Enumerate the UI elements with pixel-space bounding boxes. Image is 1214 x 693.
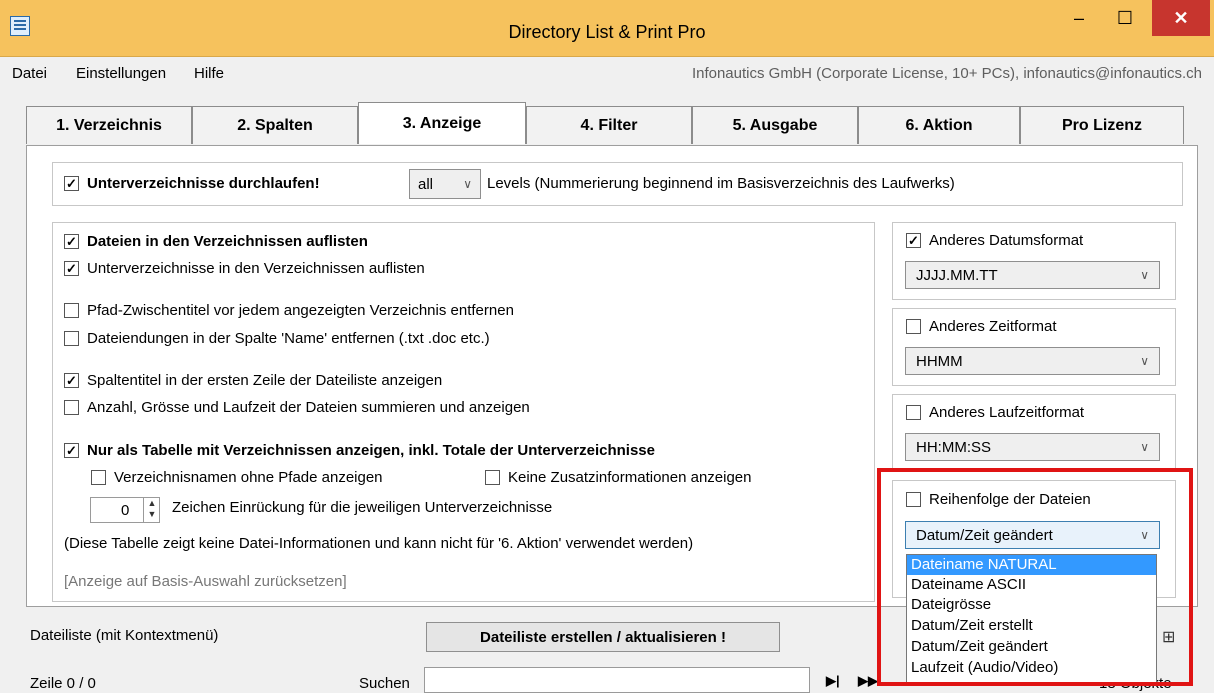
table-only-checkbox[interactable]: ✓ — [64, 443, 79, 458]
indent-label: Zeichen Einrückung für die jeweiligen Un… — [172, 499, 553, 516]
no-paths-checkbox[interactable] — [91, 470, 106, 485]
indent-stepper[interactable]: 0 ▲ ▼ — [90, 497, 160, 523]
time-format-label: Anderes Zeitformat — [929, 318, 1057, 335]
menu-einstellungen[interactable]: Einstellungen — [76, 65, 166, 82]
highlight-box — [877, 468, 1193, 686]
subdirs-checkbox[interactable]: ✓ — [64, 176, 79, 191]
table-only-label: Nur als Tabelle mit Verzeichnissen anzei… — [87, 442, 655, 459]
tab-pro-lizenz[interactable]: Pro Lizenz — [1020, 106, 1184, 144]
date-format-select[interactable]: JJJJ.MM.TT ∨ — [905, 261, 1160, 289]
duration-format-checkbox[interactable] — [906, 405, 921, 420]
summarize-label: Anzahl, Grösse und Laufzeit der Dateien … — [87, 399, 530, 416]
time-format-value: HHMM — [916, 352, 963, 370]
license-info: Infonautics GmbH (Corporate License, 10+… — [691, 65, 1202, 82]
list-subdirs-checkbox[interactable]: ✓ — [64, 261, 79, 276]
tab-bar: 1. Verzeichnis 2. Spalten 3. Anzeige 4. … — [26, 102, 1196, 146]
levels-select[interactable]: all ∨ — [409, 169, 481, 199]
date-format-label: Anderes Datumsformat — [929, 232, 1084, 249]
no-extra-checkbox[interactable] — [485, 470, 500, 485]
levels-text: Levels (Nummerierung beginnend im Basisv… — [487, 175, 955, 192]
search-label: Suchen — [359, 675, 410, 692]
no-extra-label: Keine Zusatzinformationen anzeigen — [508, 469, 752, 486]
menu-datei[interactable]: Datei — [12, 65, 47, 82]
tab-spalten[interactable]: 2. Spalten — [192, 106, 358, 144]
levels-value: all — [418, 175, 434, 193]
find-next-icon[interactable]: ▶| — [826, 673, 840, 689]
tab-anzeige[interactable]: 3. Anzeige — [358, 102, 526, 144]
table-note: (Diese Tabelle zeigt keine Datei-Informa… — [64, 535, 694, 552]
find-all-icon[interactable]: ▶▶ — [858, 673, 878, 689]
close-button[interactable]: ✕ — [1152, 0, 1210, 36]
no-paths-label: Verzeichnisnamen ohne Pfade anzeigen — [114, 469, 383, 486]
duration-format-value: HH:MM:SS — [916, 438, 991, 456]
chevron-down-icon: ∨ — [1140, 268, 1149, 282]
row-counter: Zeile 0 / 0 — [30, 675, 96, 692]
file-list-label: Dateiliste (mit Kontextmenü) — [30, 627, 219, 644]
duration-format-select[interactable]: HH:MM:SS ∨ — [905, 433, 1160, 461]
chevron-down-icon: ∨ — [1140, 440, 1149, 454]
summarize-checkbox[interactable] — [64, 400, 79, 415]
column-titles-label: Spaltentitel in der ersten Zeile der Dat… — [87, 372, 443, 389]
time-format-select[interactable]: HHMM ∨ — [905, 347, 1160, 375]
subdirs-label: Unterverzeichnisse durchlaufen! — [87, 175, 320, 192]
search-input[interactable] — [424, 667, 810, 693]
reset-link[interactable]: [Anzeige auf Basis-Auswahl zurücksetzen] — [64, 573, 347, 590]
list-files-checkbox[interactable]: ✓ — [64, 234, 79, 249]
minimize-button[interactable]: – — [1056, 0, 1102, 36]
time-format-checkbox[interactable] — [906, 319, 921, 334]
menu-hilfe[interactable]: Hilfe — [194, 65, 224, 82]
remove-extensions-checkbox[interactable] — [64, 331, 79, 346]
remove-extensions-label: Dateiendungen in der Spalte 'Name' entfe… — [87, 330, 490, 347]
list-files-label: Dateien in den Verzeichnissen auflisten — [87, 233, 368, 250]
create-list-button[interactable]: Dateiliste erstellen / aktualisieren ! — [426, 622, 780, 652]
column-titles-checkbox[interactable]: ✓ — [64, 373, 79, 388]
remove-path-titles-label: Pfad-Zwischentitel vor jedem angezeigten… — [87, 302, 514, 319]
tab-verzeichnis[interactable]: 1. Verzeichnis — [26, 106, 192, 144]
duration-format-label: Anderes Laufzeitformat — [929, 404, 1085, 421]
remove-path-titles-checkbox[interactable] — [64, 303, 79, 318]
date-format-value: JJJJ.MM.TT — [916, 266, 998, 284]
tab-aktion[interactable]: 6. Aktion — [858, 106, 1020, 144]
date-format-checkbox[interactable]: ✓ — [906, 233, 921, 248]
window-title: Directory List & Print Pro — [508, 22, 706, 42]
chevron-down-icon: ∨ — [1140, 354, 1149, 368]
maximize-button[interactable]: ☐ — [1102, 0, 1148, 36]
spinner-arrows-icon[interactable]: ▲ ▼ — [143, 498, 160, 522]
indent-value: 0 — [121, 502, 130, 519]
tab-ausgabe[interactable]: 5. Ausgabe — [692, 106, 858, 144]
tab-filter[interactable]: 4. Filter — [526, 106, 692, 144]
list-subdirs-label: Unterverzeichnisse in den Verzeichnissen… — [87, 260, 425, 277]
chevron-down-icon: ∨ — [463, 177, 472, 191]
